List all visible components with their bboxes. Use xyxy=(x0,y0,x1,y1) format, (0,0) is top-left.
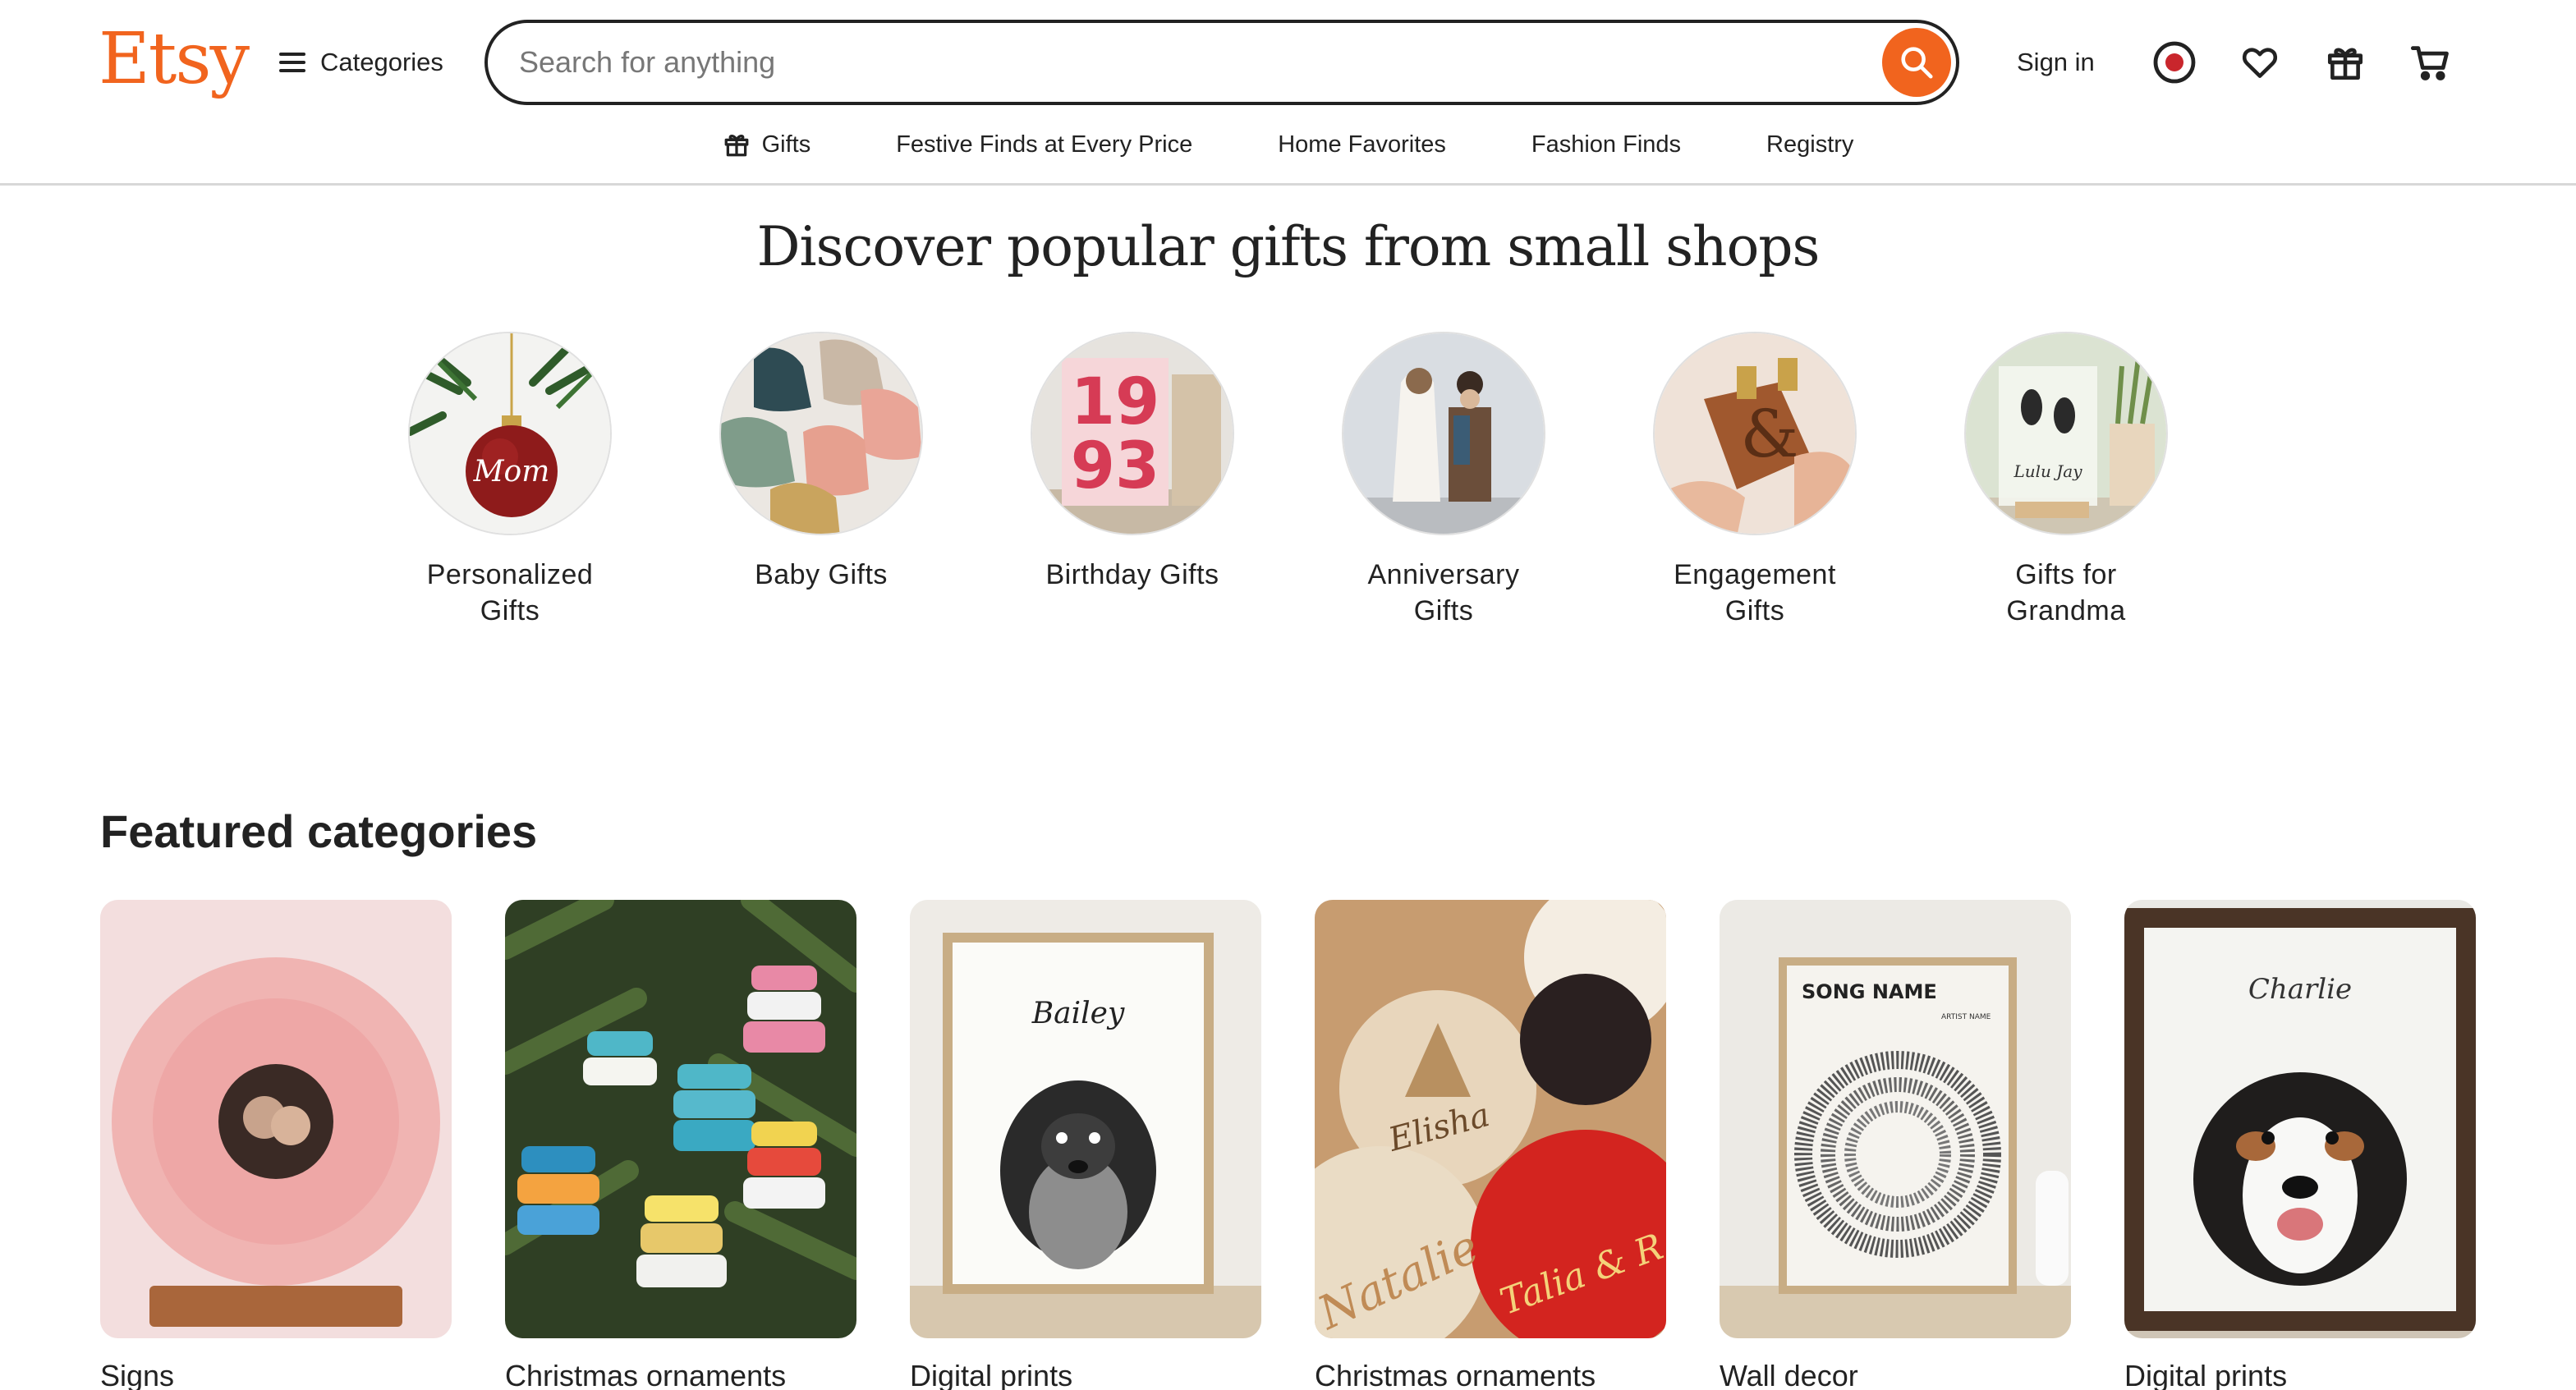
menu-icon xyxy=(279,53,305,72)
cart-button[interactable] xyxy=(2404,36,2457,89)
categories-label: Categories xyxy=(320,48,443,76)
subnav-registry[interactable]: Registry xyxy=(1724,120,1896,169)
featured-card-signs[interactable]: Signs xyxy=(100,900,452,1390)
card-label: Wall decor xyxy=(1720,1359,1858,1390)
gift-mode-icon xyxy=(2153,41,2196,84)
footprint-text: Lulu Jay xyxy=(2013,461,2082,481)
engagement-gifts-image: & xyxy=(1653,332,1857,535)
circle-anniversary-gifts[interactable]: Anniversary Gifts xyxy=(1320,332,1567,629)
search-bar xyxy=(484,20,1959,105)
subnav-gifts-label: Gifts xyxy=(761,131,811,158)
anniversary-gifts-image xyxy=(1342,332,1545,535)
digital-prints-image-2: Charlie xyxy=(2124,900,2476,1338)
gift-mode-button[interactable] xyxy=(2148,36,2201,89)
circle-label: Engagement Gifts xyxy=(1674,559,1836,626)
personalized-gifts-image: Mom xyxy=(408,332,612,535)
circle-engagement-gifts[interactable]: & Engagement Gifts xyxy=(1632,332,1878,629)
song-artist-text: ARTIST NAME xyxy=(1941,1013,1991,1021)
portrait-name-text: Charlie xyxy=(2248,973,2352,1006)
etsy-logo[interactable]: Etsy xyxy=(99,18,250,100)
card-label: Signs xyxy=(100,1359,175,1390)
poster-year-top: 19 xyxy=(1071,365,1160,439)
heart-icon xyxy=(2242,48,2278,78)
song-title-text: SONG NAME xyxy=(1802,980,1937,1003)
card-label: Digital prints xyxy=(2124,1359,2288,1390)
sign-in-link[interactable]: Sign in xyxy=(2017,39,2095,85)
grandma-gifts-image: Lulu Jay xyxy=(1964,332,2168,535)
subnav-home-favorites[interactable]: Home Favorites xyxy=(1235,120,1489,169)
poster-year-bottom: 93 xyxy=(1071,429,1160,503)
featured-card-wall-decor[interactable]: SONG NAME ARTIST NAME Wall decor xyxy=(1720,900,2071,1390)
ornament-text: Mom xyxy=(473,455,550,489)
featured-categories-title: Featured categories xyxy=(100,805,538,857)
search-button[interactable] xyxy=(1882,28,1951,97)
site-header: Etsy Categories Sign in xyxy=(0,0,2576,186)
christmas-ornaments-image-1 xyxy=(505,900,856,1338)
print-name-text: Bailey xyxy=(1031,997,1125,1030)
gift-box-icon xyxy=(2327,48,2363,80)
subnav-festive-finds[interactable]: Festive Finds at Every Price xyxy=(853,120,1235,169)
sub-navigation: Gifts Festive Finds at Every Price Home … xyxy=(0,120,2576,169)
circle-gifts-for-grandma[interactable]: Lulu Jay Gifts for Grandma xyxy=(1943,332,2189,629)
signs-image xyxy=(100,900,452,1338)
circle-label: Baby Gifts xyxy=(755,559,888,590)
subnav-gifts[interactable]: Gifts xyxy=(680,120,854,169)
card-label: Christmas ornaments xyxy=(1315,1359,1596,1390)
gift-icon xyxy=(724,135,748,157)
circle-label: Birthday Gifts xyxy=(1045,559,1219,590)
circle-label: Anniversary Gifts xyxy=(1367,559,1520,626)
cart-icon xyxy=(2410,46,2449,80)
categories-button[interactable]: Categories xyxy=(279,33,443,92)
circle-birthday-gifts[interactable]: 19 93 Birthday Gifts xyxy=(1009,332,1256,593)
subnav-fashion-finds[interactable]: Fashion Finds xyxy=(1489,120,1724,169)
circle-label: Gifts for Grandma xyxy=(2006,559,2126,626)
christmas-ornaments-image-2: Natalie Elisha Talia & R xyxy=(1315,900,1666,1338)
birthday-gifts-image: 19 93 xyxy=(1031,332,1234,535)
digital-prints-image-1: Bailey xyxy=(910,900,1261,1338)
featured-card-digital-prints-1[interactable]: Bailey Digital prints xyxy=(910,900,1261,1390)
discover-title: Discover popular gifts from small shops xyxy=(756,215,1821,278)
baby-gifts-image xyxy=(719,332,923,535)
card-label: Christmas ornaments xyxy=(505,1359,787,1390)
svg-text:&: & xyxy=(1740,396,1798,472)
favorites-button[interactable] xyxy=(2234,36,2286,89)
circle-baby-gifts[interactable]: Baby Gifts xyxy=(698,332,944,593)
circle-label: Personalized Gifts xyxy=(426,559,594,626)
search-input[interactable] xyxy=(519,23,1866,102)
card-label: Digital prints xyxy=(910,1359,1073,1390)
gifts-button[interactable] xyxy=(2319,36,2372,89)
search-icon xyxy=(1901,47,1933,79)
circle-personalized-gifts[interactable]: Mom Personalized Gifts xyxy=(387,332,633,629)
featured-card-christmas-ornaments-1[interactable]: Christmas ornaments xyxy=(505,900,856,1390)
wall-decor-image: SONG NAME ARTIST NAME xyxy=(1720,900,2071,1338)
featured-card-digital-prints-2[interactable]: Charlie Digital prints xyxy=(2124,900,2476,1390)
featured-card-christmas-ornaments-2[interactable]: Natalie Elisha Talia & R Christmas ornam… xyxy=(1315,900,1666,1390)
